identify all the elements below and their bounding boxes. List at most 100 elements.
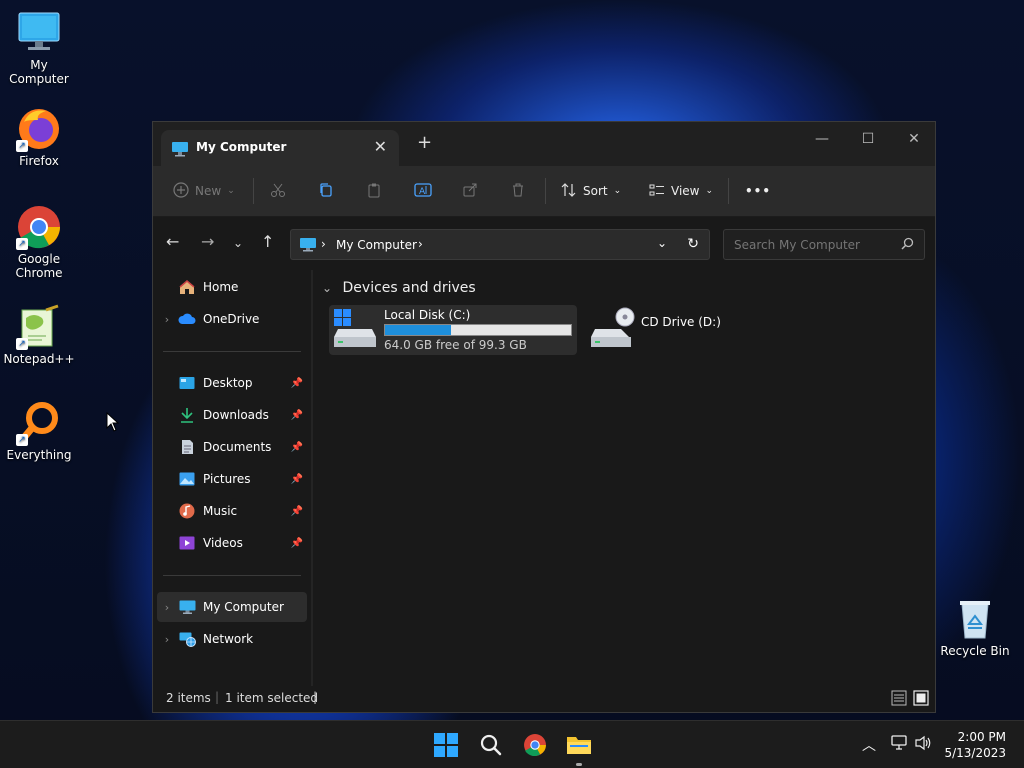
sidebar-item-music[interactable]: Music 📌 [157,496,307,526]
desktop-icon-notepad-plus-plus[interactable]: ↗ Notepad++ [1,304,77,366]
search-input[interactable] [732,237,896,253]
recent-locations-button[interactable]: ⌄ [233,236,243,250]
up-button[interactable]: ↑ [261,232,274,251]
view-list-icon [649,182,665,201]
sidebar-divider [163,575,301,576]
document-icon [177,439,197,455]
sidebar-item-network[interactable]: › Network [157,624,307,654]
volume-icon[interactable] [915,735,933,755]
copy-icon [318,182,334,201]
copy-button[interactable] [318,179,334,203]
minimize-button[interactable]: — [799,126,845,152]
sidebar-item-label: Documents [203,440,272,454]
chevron-down-icon: ⌄ [322,281,333,295]
desktop-icon-firefox[interactable]: ↗ Firefox [1,106,77,168]
scissors-icon [270,182,286,201]
sidebar-item-label: My Computer [203,600,284,614]
back-button[interactable]: ← [166,232,179,251]
pin-icon[interactable]: 📌 [291,506,303,517]
pin-icon[interactable]: 📌 [291,378,303,389]
pin-icon[interactable]: 📌 [291,474,303,485]
sidebar-item-documents[interactable]: Documents 📌 [157,432,307,462]
search-icon[interactable] [480,734,502,759]
file-explorer-window: My Computer ✕ + — ☐ ✕ New ⌄ A Sort ⌄ Vie… [152,121,936,713]
delete-button[interactable] [510,179,526,203]
refresh-icon[interactable]: ↻ [687,236,699,252]
shortcut-arrow-icon: ↗ [16,434,28,446]
cloud-icon [177,311,197,327]
sidebar-item-pictures[interactable]: Pictures 📌 [157,464,307,494]
share-icon [462,182,478,201]
address-history-dropdown[interactable]: ⌄ [657,236,667,250]
cd-drive-icon [586,305,641,355]
desktop-icon-label: My Computer [9,58,69,86]
desktop-icon-google-chrome[interactable]: ↗ Google Chrome [1,204,77,280]
sidebar-item-label: Videos [203,536,243,550]
close-window-button[interactable]: ✕ [891,126,937,152]
sidebar-item-downloads[interactable]: Downloads 📌 [157,400,307,430]
chevron-right-icon[interactable]: › [157,601,177,614]
chrome-icon[interactable] [523,733,547,760]
drive-usage-fill [385,325,452,335]
tab-title: My Computer [196,140,287,154]
desktop-icon-recycle-bin[interactable]: Recycle Bin [937,596,1013,658]
monitor-icon [299,237,317,255]
desktop-icon-label: Notepad++ [3,352,75,366]
navigation-pane: Home › OneDrive Desktop 📌 Downloads 📌 Do… [153,270,311,686]
sidebar-item-label: Pictures [203,472,251,486]
search-icon[interactable] [901,237,914,253]
paste-button[interactable] [366,179,382,203]
new-tab-button[interactable]: + [417,132,432,153]
recycle-bin-icon [952,596,998,642]
view-button[interactable]: View ⌄ [649,179,713,203]
pin-icon[interactable]: 📌 [291,410,303,421]
tab-close-icon[interactable]: ✕ [374,137,387,156]
drive-local-disk-c[interactable]: Local Disk (C:) 64.0 GB free of 99.3 GB [329,305,577,355]
breadcrumb-chevron-icon: › [418,237,423,251]
sidebar-item-desktop[interactable]: Desktop 📌 [157,368,307,398]
cut-button[interactable] [270,179,286,203]
address-bar[interactable]: › My Computer › ⌄ ↻ [290,229,710,260]
details-view-icon[interactable] [891,690,907,709]
maximize-button[interactable]: ☐ [845,126,891,152]
taskbar-clock[interactable]: 2:00 PM 5/13/2023 [944,729,1006,761]
new-button[interactable]: New ⌄ [173,179,235,203]
pin-icon[interactable]: 📌 [291,442,303,453]
sidebar-item-videos[interactable]: Videos 📌 [157,528,307,558]
file-explorer-icon[interactable] [566,733,592,760]
toolbar-separator [545,178,546,204]
large-icons-view-icon[interactable] [913,690,929,709]
notepad-plus-plus-icon: ↗ [16,304,62,350]
monitor-icon [16,10,62,56]
status-separator: | [215,690,220,704]
chevron-right-icon[interactable]: › [157,633,177,646]
view-label: View [671,184,700,198]
rename-button[interactable]: A [414,179,432,203]
desktop-icon-my-computer[interactable]: My Computer [1,10,77,86]
drive-cd-d[interactable]: CD Drive (D:) [586,305,766,355]
taskbar: ︿ 2:00 PM 5/13/2023 [0,720,1024,768]
desktop-icon-everything[interactable]: ↗ Everything [1,400,77,462]
music-note-icon [177,503,197,519]
item-count: 2 items [166,691,211,705]
show-hidden-icons-chevron-icon[interactable]: ︿ [862,735,876,755]
title-bar: My Computer ✕ + — ☐ ✕ [153,122,935,166]
devices-and-drives-group[interactable]: ⌄ Devices and drives [322,280,476,296]
start-windows-icon[interactable] [434,733,458,760]
desktop-icon-label: Everything [6,448,72,462]
sidebar-item-home[interactable]: Home [157,272,307,302]
tab-my-computer[interactable]: My Computer ✕ [161,130,399,166]
more-options-button[interactable]: ••• [745,179,771,203]
chevron-right-icon[interactable]: › [157,313,177,326]
chevron-down-icon: ⌄ [227,186,235,196]
breadcrumb-my-computer[interactable]: My Computer [336,238,417,252]
network-status-icon[interactable] [891,735,909,755]
pin-icon[interactable]: 📌 [291,538,303,549]
share-button[interactable] [462,179,478,203]
pane-splitter[interactable] [311,270,313,686]
sort-button[interactable]: Sort ⌄ [561,179,621,203]
sidebar-item-my-computer[interactable]: › My Computer [157,592,307,622]
sidebar-item-label: Downloads [203,408,269,422]
forward-button[interactable]: → [201,232,214,251]
sidebar-item-onedrive[interactable]: › OneDrive [157,304,307,334]
